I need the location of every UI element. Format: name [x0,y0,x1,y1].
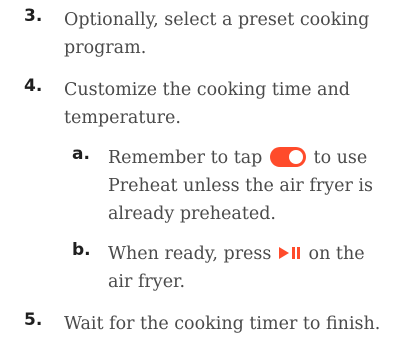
step-text-line: Optionally, select a preset cooking [64,10,370,30]
toggle-icon [269,147,306,167]
play-pause-icon [278,247,300,259]
pause-bar [296,247,300,259]
toggle-knob [288,150,303,164]
step-number: 3. [24,6,43,26]
substep-text: on the [308,244,365,264]
play-triangle [278,247,289,259]
step-number: 4. [24,76,43,96]
step-text-line: temperature. [64,108,181,128]
step-text-line: Wait for the cooking timer to finish. [64,314,381,334]
substep-text: When ready, press [108,244,272,264]
substep-letter: a. [72,144,90,164]
substep-text: to use [313,148,368,168]
pause-bar [291,247,295,259]
step-number: 5. [24,310,43,330]
substep-letter: b. [72,240,91,260]
step-text-line: Customize the cooking time and [64,80,350,100]
substep-text: Remember to tap [108,148,263,168]
substep-text-line: air fryer. [108,272,186,292]
step-text-line: program. [64,38,147,58]
substep-text-line: already preheated. [108,204,276,224]
substep-text-line: Preheat unless the air fryer is [108,176,373,196]
instruction-list: 3. Optionally, select a preset cooking p… [0,0,420,350]
